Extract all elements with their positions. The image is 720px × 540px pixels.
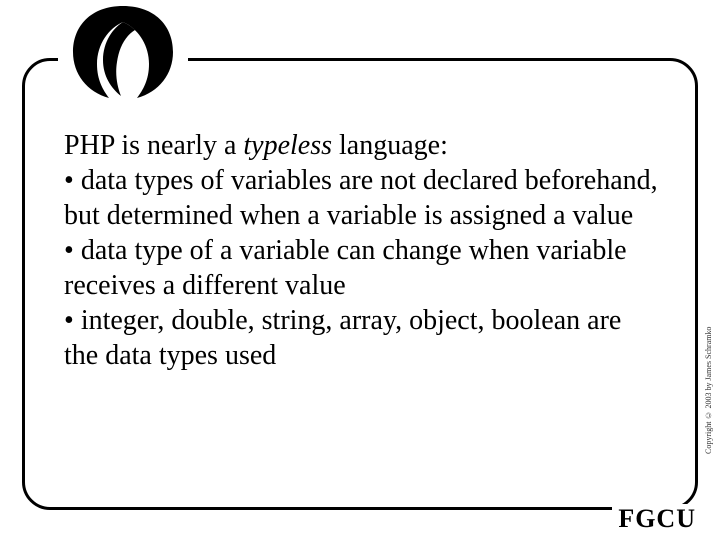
lead-text-before: PHP is nearly a bbox=[64, 130, 243, 161]
lead-text-after: language: bbox=[332, 130, 448, 161]
org-logo-text: FGCU bbox=[612, 504, 702, 534]
bullet-item: • integer, double, string, array, object… bbox=[64, 303, 660, 373]
slide-body: PHP is nearly a typeless language: • dat… bbox=[64, 128, 660, 373]
bullet-text: integer, double, string, array, object, … bbox=[64, 305, 621, 371]
bullet-text: data type of a variable can change when … bbox=[64, 235, 627, 301]
eagle-logo bbox=[58, 2, 188, 102]
bullet-text: data types of variables are not declared… bbox=[64, 165, 658, 231]
bullet-item: • data type of a variable can change whe… bbox=[64, 233, 660, 303]
copyright-text: Copyright © 2003 by James Schramko bbox=[704, 280, 718, 500]
lead-text-em: typeless bbox=[243, 130, 332, 161]
bullet-item: • data types of variables are not declar… bbox=[64, 163, 660, 233]
